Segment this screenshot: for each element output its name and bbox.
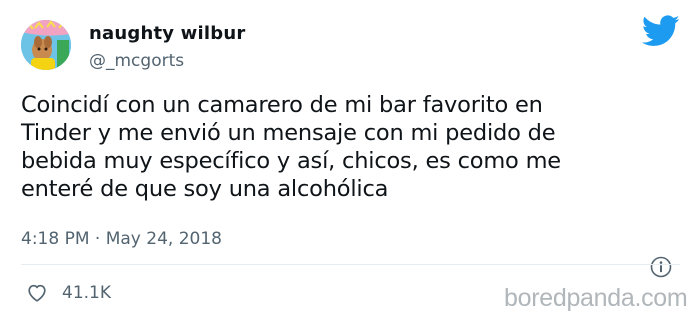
divider xyxy=(21,264,680,265)
info-icon[interactable] xyxy=(650,256,672,278)
likes-count: 41.1K xyxy=(62,283,111,303)
tweet-text-line: Tinder y me envió un mensaje con mi pedi… xyxy=(21,120,556,146)
twitter-bird-icon[interactable] xyxy=(642,15,680,47)
tweet-text-line: enteré de que soy una alcohólica xyxy=(21,176,389,202)
tweet-text-line: Coincidí con un camarero de mi bar favor… xyxy=(21,92,543,118)
avatar[interactable] xyxy=(21,20,71,70)
tweet-timestamp[interactable]: 4:18 PM · May 24, 2018 xyxy=(21,229,222,249)
tweet-text: Coincidí con un camarero de mi bar favor… xyxy=(21,91,681,203)
heart-icon[interactable] xyxy=(26,282,48,304)
watermark: boredpanda.com xyxy=(504,284,688,312)
author-handle[interactable]: @_mcgorts xyxy=(89,51,184,71)
avatar-image xyxy=(21,20,71,70)
author-display-name[interactable]: naughty wilbur xyxy=(89,23,245,44)
like-action[interactable]: 41.1K xyxy=(26,281,111,305)
tweet-text-line: bebida muy específico y así, chicos, es … xyxy=(21,148,561,174)
